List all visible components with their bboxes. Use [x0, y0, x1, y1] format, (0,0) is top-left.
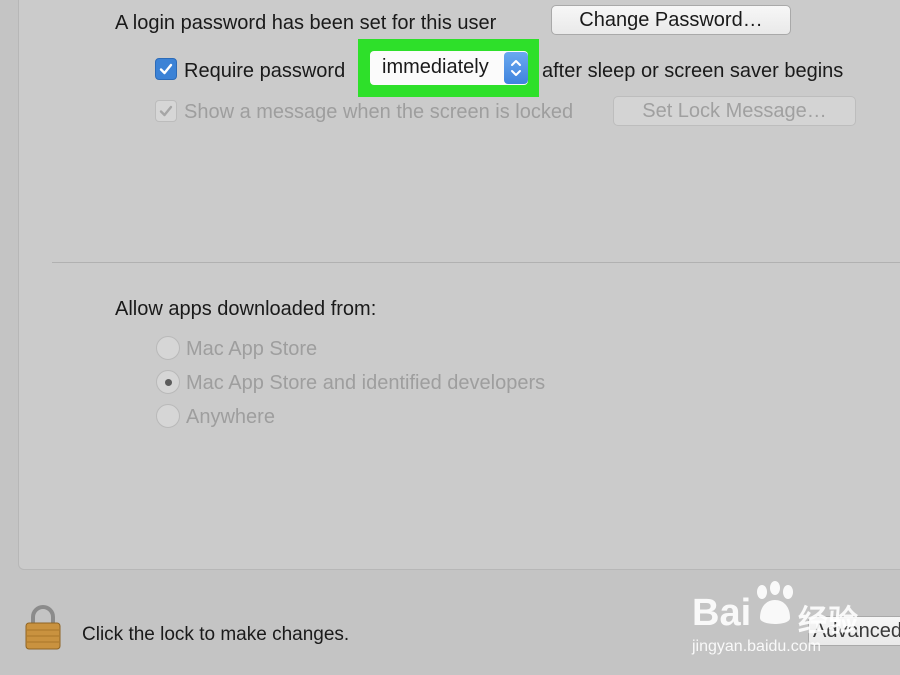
require-password-suffix: after sleep or screen saver begins: [542, 60, 844, 82]
require-password-delay-select[interactable]: immediately: [370, 51, 528, 85]
watermark-brand-cn: 经验: [798, 604, 858, 639]
radio-selected-dot: [165, 379, 172, 386]
show-message-label: Show a message when the screen is locked: [184, 101, 574, 123]
show-message-checkbox[interactable]: [155, 100, 177, 122]
require-password-checkbox[interactable]: [155, 58, 177, 80]
set-lock-message-button[interactable]: Set Lock Message…: [613, 96, 856, 126]
radio-anywhere[interactable]: [156, 404, 180, 428]
radio-mac-app-store-identified[interactable]: [156, 370, 180, 394]
radio-label-mac-app-store: Mac App Store: [186, 338, 318, 360]
padlock-icon[interactable]: [24, 604, 62, 650]
radio-label-anywhere: Anywhere: [186, 406, 275, 428]
watermark-url: jingyan.baidu.com: [692, 638, 821, 655]
radio-label-mac-app-store-identified: Mac App Store and identified developers: [186, 372, 546, 394]
section-divider: [52, 262, 900, 263]
require-password-label: Require password: [184, 60, 346, 82]
checkmark-icon: [159, 63, 173, 75]
lock-hint-text: Click the lock to make changes.: [82, 624, 350, 645]
require-password-delay-value: immediately: [382, 56, 489, 78]
allow-apps-heading: Allow apps downloaded from:: [115, 298, 377, 320]
baidu-watermark: Bai 经验 jingyan.baidu.com: [690, 574, 890, 664]
radio-mac-app-store[interactable]: [156, 336, 180, 360]
password-status-text: A login password has been set for this u…: [115, 12, 497, 34]
checkmark-icon: [159, 105, 173, 117]
stepper-arrows-icon: [504, 52, 528, 84]
change-password-button[interactable]: Change Password…: [551, 5, 791, 35]
paw-icon: [757, 581, 793, 624]
watermark-brand-latin: Bai: [692, 592, 752, 634]
